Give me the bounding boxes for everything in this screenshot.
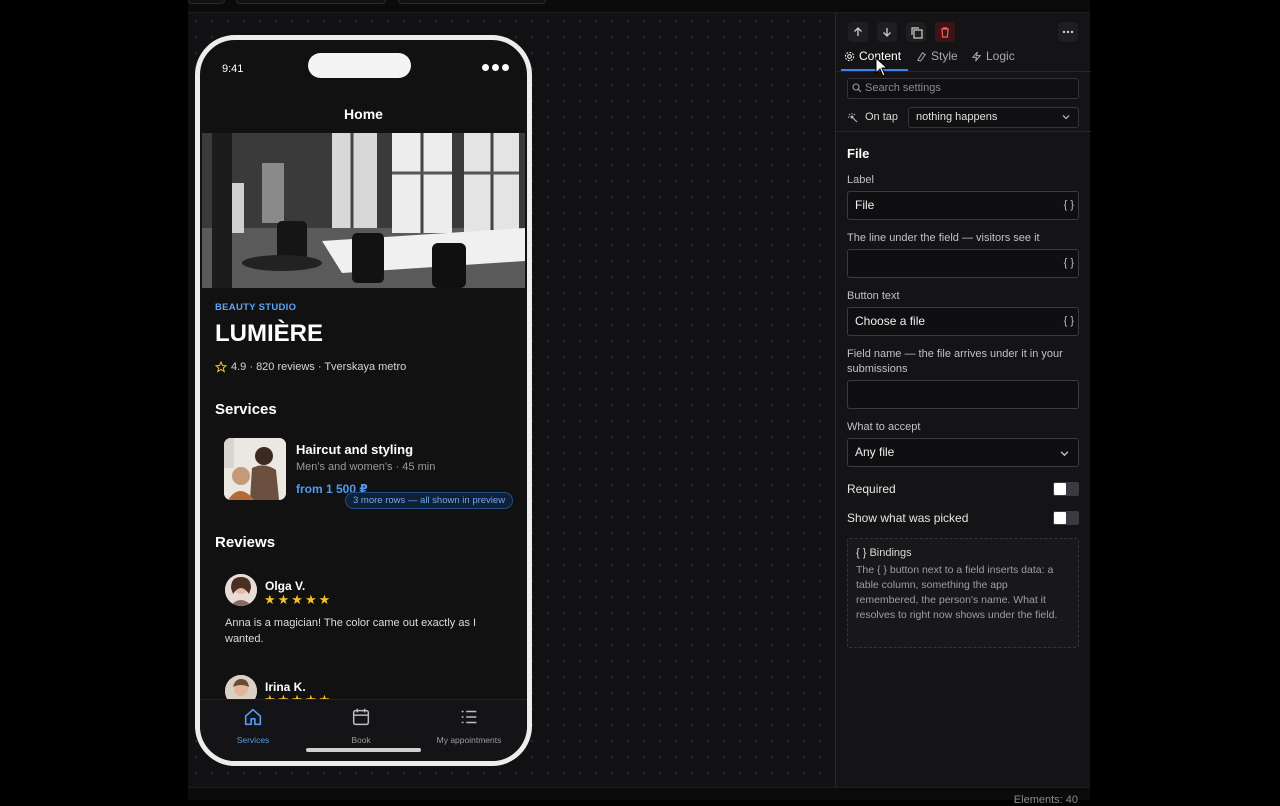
more-icon bbox=[1062, 30, 1074, 34]
bindings-text: The { } button next to a field inserts d… bbox=[856, 564, 1058, 621]
required-label: Required bbox=[847, 482, 896, 496]
editor-app: 9:41 Home BEAUTY STUDIO LUMIÈRE 4.9 · 82… bbox=[188, 0, 1091, 806]
helper-field[interactable]: { } bbox=[847, 249, 1079, 278]
arrow-up-icon bbox=[854, 27, 862, 36]
tab-label: Logic bbox=[986, 49, 1015, 63]
duplicate-button[interactable] bbox=[906, 22, 926, 42]
service-name[interactable]: Haircut and styling bbox=[296, 442, 413, 457]
design-canvas[interactable]: 9:41 Home BEAUTY STUDIO LUMIÈRE 4.9 · 82… bbox=[188, 13, 835, 787]
accept-value: Any file bbox=[855, 445, 895, 459]
chevron-down-icon bbox=[1062, 115, 1070, 120]
move-up-button[interactable] bbox=[848, 22, 868, 42]
avatar bbox=[225, 574, 257, 606]
properties-panel: Content Style Logic Search settings On t… bbox=[835, 13, 1091, 787]
show-picked-label: Show what was picked bbox=[847, 511, 969, 525]
home-icon bbox=[244, 708, 262, 726]
search-icon bbox=[852, 83, 862, 93]
service-thumbnail[interactable] bbox=[224, 438, 286, 500]
binding-button[interactable]: { } bbox=[1064, 250, 1074, 277]
field-name-input[interactable] bbox=[847, 380, 1079, 409]
accept-select[interactable]: Any file bbox=[847, 438, 1079, 467]
category-kicker: BEAUTY STUDIO bbox=[215, 302, 297, 313]
tab-content[interactable]: Content bbox=[844, 49, 901, 63]
toolbar-fragment bbox=[188, 0, 225, 4]
gear-icon bbox=[844, 51, 855, 61]
more-options-button[interactable] bbox=[1058, 22, 1078, 42]
show-picked-row: Show what was picked bbox=[847, 509, 1079, 527]
toolbar-fragment bbox=[236, 0, 386, 4]
bolt-icon bbox=[971, 51, 982, 61]
bottom-bar: Elements: 40 bbox=[188, 787, 1090, 806]
bindings-help-box: { } Bindings The { } button next to a fi… bbox=[847, 538, 1079, 648]
elements-count: Elements: 40 bbox=[1013, 794, 1078, 806]
services-heading: Services bbox=[215, 401, 277, 418]
mouse-cursor-icon bbox=[875, 57, 889, 77]
trash-icon bbox=[941, 27, 949, 38]
tab-my-appointments[interactable]: My appointments bbox=[419, 706, 519, 748]
calendar-icon bbox=[352, 708, 370, 726]
more-rows-badge: 3 more rows — all shown in preview bbox=[345, 492, 514, 509]
bindings-title: { } Bindings bbox=[856, 547, 912, 559]
list-icon bbox=[461, 710, 477, 724]
top-strip bbox=[188, 0, 1090, 13]
duplicate-icon bbox=[910, 26, 923, 39]
arrow-down-icon bbox=[883, 28, 891, 37]
delete-button[interactable] bbox=[935, 22, 955, 42]
rating-meta: 4.9 · 820 reviews · Tverskaya metro bbox=[215, 361, 406, 373]
status-bar: 9:41 bbox=[200, 40, 527, 88]
helper-field-label: The line under the field — visitors see … bbox=[847, 232, 1040, 244]
tab-label: Style bbox=[931, 49, 958, 63]
reviews-heading: Reviews bbox=[215, 534, 276, 551]
move-down-button[interactable] bbox=[877, 22, 897, 42]
chevron-down-icon bbox=[1060, 451, 1069, 457]
dynamic-island bbox=[308, 53, 411, 78]
screen-title: Home bbox=[344, 106, 383, 122]
label-field-value: File bbox=[855, 198, 875, 212]
binding-button[interactable]: { } bbox=[1064, 192, 1074, 219]
on-tap-value: nothing happens bbox=[916, 111, 998, 123]
binding-button[interactable]: { } bbox=[1064, 308, 1074, 335]
on-tap-select[interactable]: nothing happens bbox=[908, 107, 1079, 128]
rating-meta-text: 4.9 · 820 reviews · Tverskaya metro bbox=[231, 361, 407, 373]
tab-label: Book bbox=[351, 735, 371, 745]
required-row: Required bbox=[847, 480, 1079, 498]
on-tap-row: On tap nothing happens bbox=[836, 106, 1091, 132]
label-field-label: Label bbox=[847, 174, 874, 186]
tab-logic[interactable]: Logic bbox=[971, 49, 1015, 63]
button-text-label: Button text bbox=[847, 290, 900, 302]
brand-title: LUMIÈRE bbox=[215, 320, 323, 347]
home-indicator bbox=[306, 748, 421, 752]
service-subtitle: Men's and women's · 45 min bbox=[296, 461, 436, 473]
status-time: 9:41 bbox=[222, 63, 244, 75]
search-placeholder: Search settings bbox=[865, 82, 941, 94]
review-stars: ★★★★★ bbox=[264, 592, 333, 607]
on-tap-label: On tap bbox=[865, 111, 899, 123]
hero-image[interactable] bbox=[202, 133, 525, 288]
phone-frame: 9:41 Home BEAUTY STUDIO LUMIÈRE 4.9 · 82… bbox=[195, 35, 532, 766]
review-text: Anna is a magician! The color came out e… bbox=[225, 617, 477, 645]
paint-icon bbox=[917, 51, 926, 62]
button-text-value: Choose a file bbox=[855, 314, 926, 328]
reviewer-name: Olga V. bbox=[265, 579, 306, 593]
show-picked-toggle[interactable] bbox=[1053, 511, 1079, 525]
toolbar-fragment bbox=[398, 0, 546, 4]
required-toggle[interactable] bbox=[1053, 482, 1079, 496]
field-name-label: Field name — the file arrives under it i… bbox=[847, 348, 1063, 375]
tab-services[interactable]: Services bbox=[203, 706, 303, 748]
signal-dots-icon bbox=[482, 64, 509, 71]
button-text-field[interactable]: Choose a file { } bbox=[847, 307, 1079, 336]
label-field[interactable]: File { } bbox=[847, 191, 1079, 220]
tab-label: My appointments bbox=[436, 735, 502, 745]
section-title: File bbox=[847, 146, 870, 161]
tab-book[interactable]: Book bbox=[311, 706, 411, 748]
star-outline-icon bbox=[215, 361, 227, 373]
tab-label: Services bbox=[236, 735, 270, 745]
accept-label: What to accept bbox=[847, 421, 921, 433]
search-input[interactable]: Search settings bbox=[847, 78, 1079, 99]
tab-style[interactable]: Style bbox=[916, 49, 958, 63]
tap-icon bbox=[848, 113, 858, 123]
